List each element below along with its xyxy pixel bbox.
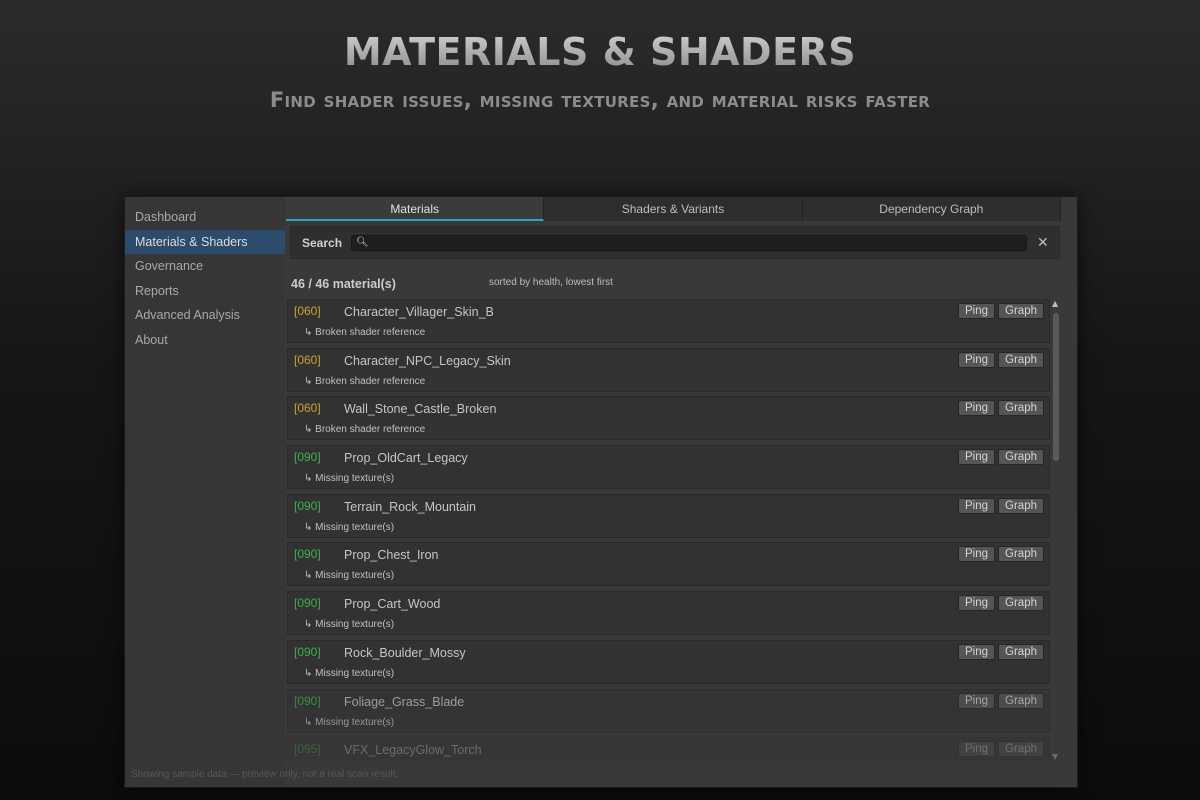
material-issue: ↳ Missing texture(s) [304, 570, 395, 582]
material-row[interactable]: [090] Prop_Cart_Wood ↳ Missing texture(s… [287, 591, 1050, 636]
main-panel: Materials Shaders & Variants Dependency … [286, 197, 1061, 787]
material-issue: ↳ Missing texture(s) [304, 667, 395, 679]
material-issue: ↳ Missing texture(s) [304, 619, 395, 631]
material-name: Character_NPC_Legacy_Skin [344, 353, 511, 368]
app-window: Dashboard Materials & Shaders Governance… [124, 196, 1078, 788]
material-name: VFX_LegacyGlow_Torch [344, 743, 482, 758]
material-name: Terrain_Rock_Mountain [344, 499, 477, 514]
health-score: [090] [294, 644, 321, 659]
search-input[interactable] [372, 236, 1013, 249]
material-row[interactable]: [090] Rock_Boulder_Mossy ↳ Missing textu… [287, 639, 1050, 684]
ping-button[interactable]: Ping [957, 449, 995, 466]
ping-button[interactable]: Ping [957, 692, 995, 709]
ping-button[interactable]: Ping [957, 351, 995, 368]
material-row[interactable]: [060] Character_Villager_Skin_B ↳ Broken… [287, 299, 1050, 343]
scroll-thumb[interactable] [1053, 313, 1059, 461]
health-score: [060] [294, 401, 321, 416]
search-icon: 🔍︎ [356, 237, 369, 248]
tab-bar: Materials Shaders & Variants Dependency … [286, 197, 1061, 221]
sidebar: Dashboard Materials & Shaders Governance… [125, 197, 285, 787]
ping-button[interactable]: Ping [957, 741, 995, 758]
material-row[interactable]: [060] Wall_Stone_Castle_Broken ↳ Broken … [287, 396, 1050, 441]
sort-note: sorted by health, lowest first [489, 277, 613, 288]
graph-button[interactable]: Graph [998, 497, 1044, 514]
material-name: Prop_Cart_Wood [344, 597, 441, 612]
ping-button[interactable]: Ping [957, 643, 995, 660]
material-list: [060] Character_Villager_Skin_B ↳ Broken… [287, 299, 1050, 761]
graph-button[interactable]: Graph [998, 400, 1044, 417]
hero-title: MATERIALS & SHADERS [0, 30, 1200, 74]
graph-button[interactable]: Graph [998, 692, 1044, 709]
graph-button[interactable]: Graph [998, 546, 1044, 563]
material-issue: ↳ Broken shader reference [304, 424, 426, 436]
material-row[interactable]: [090] Prop_Chest_Iron ↳ Missing texture(… [287, 542, 1050, 587]
health-score: [090] [294, 450, 321, 465]
list-summary: 46 / 46 material(s) sorted by health, lo… [291, 275, 1051, 291]
health-score: [090] [294, 547, 321, 562]
material-name: Wall_Stone_Castle_Broken [344, 402, 497, 417]
sidebar-item-reports[interactable]: Reports [125, 279, 285, 304]
health-score: [090] [294, 693, 321, 708]
hero-subtitle: Find shader issues, missing textures, an… [269, 88, 931, 112]
ping-button[interactable]: Ping [957, 400, 995, 417]
scroll-up-icon[interactable]: ▲ [1052, 299, 1058, 308]
material-count: 46 / 46 material(s) [291, 277, 396, 291]
tab-dependency-graph[interactable]: Dependency Graph [802, 197, 1061, 221]
sidebar-item-about[interactable]: About [125, 328, 285, 353]
sidebar-item-governance[interactable]: Governance [125, 254, 285, 279]
material-issue: ↳ Broken shader reference [304, 375, 426, 387]
clear-search-icon[interactable]: ✕ [1037, 235, 1049, 251]
tab-shaders-variants[interactable]: Shaders & Variants [544, 197, 803, 221]
search-field[interactable]: 🔍︎ [351, 234, 1027, 251]
tab-materials[interactable]: Materials [286, 197, 545, 221]
graph-button[interactable]: Graph [998, 449, 1044, 466]
ping-button[interactable]: Ping [957, 595, 995, 612]
material-issue: ↳ Missing texture(s) [304, 473, 395, 485]
material-row[interactable]: [090] Foliage_Grass_Blade ↳ Missing text… [287, 688, 1050, 733]
health-score: [090] [294, 498, 321, 513]
health-score: [060] [294, 304, 321, 318]
graph-button[interactable]: Graph [998, 351, 1044, 368]
footer-note: Showing sample data — preview only, not … [131, 769, 399, 780]
material-issue: ↳ Missing texture(s) [304, 716, 395, 728]
health-score: [095] [294, 742, 321, 757]
search-bar: Search 🔍︎ ✕ [290, 226, 1060, 259]
health-score: [060] [294, 352, 321, 367]
sidebar-item-materials-shaders[interactable]: Materials & Shaders [125, 229, 285, 254]
material-name: Prop_Chest_Iron [344, 548, 439, 563]
material-name: Character_Villager_Skin_B [344, 305, 494, 319]
sidebar-item-dashboard[interactable]: Dashboard [125, 205, 285, 230]
scroll-down-icon[interactable]: ▼ [1052, 752, 1058, 761]
graph-button[interactable]: Graph [998, 643, 1044, 660]
ping-button[interactable]: Ping [957, 546, 995, 563]
health-score: [090] [294, 596, 321, 611]
material-row[interactable]: [095] VFX_LegacyGlow_Torch Ping Graph [287, 737, 1050, 761]
graph-button[interactable]: Graph [998, 595, 1044, 612]
ping-button[interactable]: Ping [957, 303, 995, 319]
material-row[interactable]: [090] Terrain_Rock_Mountain ↳ Missing te… [287, 493, 1050, 538]
sidebar-item-advanced-analysis[interactable]: Advanced Analysis [125, 303, 285, 328]
material-issue: ↳ Missing texture(s) [304, 521, 395, 533]
graph-button[interactable]: Graph [998, 741, 1044, 758]
material-name: Foliage_Grass_Blade [344, 694, 465, 709]
material-issue: ↳ Broken shader reference [304, 327, 426, 338]
search-label: Search [302, 235, 343, 250]
graph-button[interactable]: Graph [998, 303, 1044, 319]
material-row[interactable]: [060] Character_NPC_Legacy_Skin ↳ Broken… [287, 347, 1050, 392]
material-name: Rock_Boulder_Mossy [344, 645, 466, 660]
material-row[interactable]: [090] Prop_OldCart_Legacy ↳ Missing text… [287, 445, 1050, 490]
ping-button[interactable]: Ping [957, 497, 995, 514]
material-name: Prop_OldCart_Legacy [344, 451, 468, 466]
list-scrollbar[interactable]: ▲ ▼ [1051, 299, 1061, 761]
